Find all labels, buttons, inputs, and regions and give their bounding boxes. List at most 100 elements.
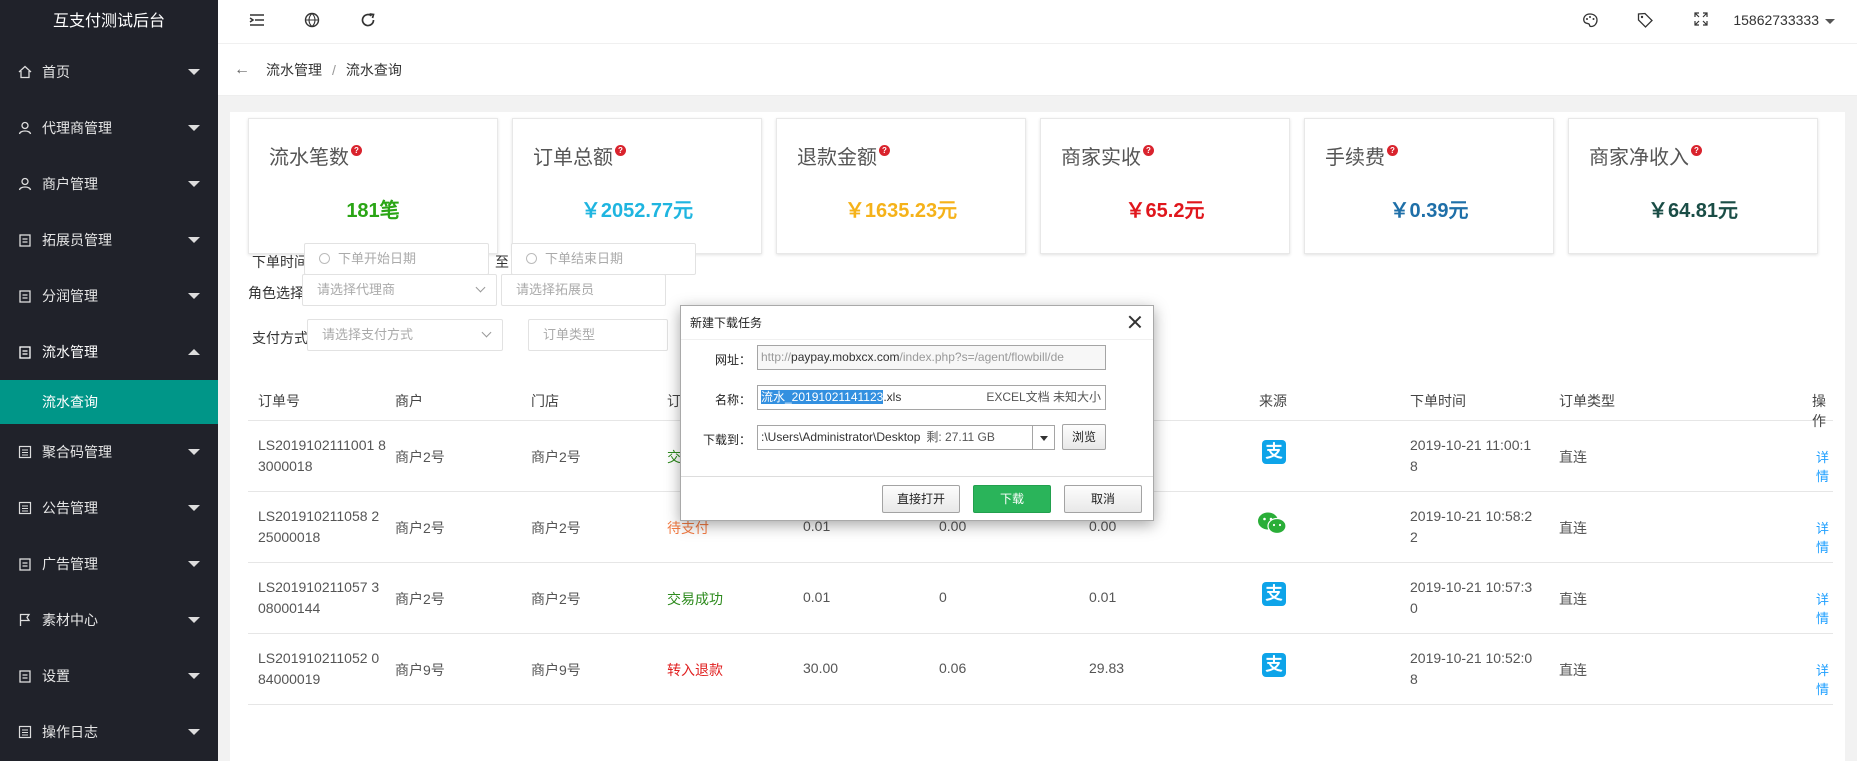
- sidebar-item-label: 聚合码管理: [42, 444, 112, 460]
- help-icon[interactable]: ?: [1143, 145, 1154, 156]
- stat-value: ￥65.2元: [1125, 200, 1205, 222]
- sidebar-item-settings[interactable]: 设置: [0, 648, 218, 704]
- detail-link[interactable]: 详情: [1816, 660, 1833, 698]
- breadcrumb-item-current: 流水查询: [345, 61, 402, 78]
- name-label: 名称：: [714, 393, 751, 407]
- sidebar-item-qrcode[interactable]: 聚合码管理: [0, 424, 218, 480]
- download-button[interactable]: 下载: [973, 485, 1051, 513]
- back-arrow-icon[interactable]: ←: [234, 61, 250, 79]
- order-type: 直连: [1559, 520, 1587, 536]
- stat-cards: 流水笔数? 181笔 订单总额? ￥2052.77元 退款金额? ￥1635.2…: [248, 118, 1818, 254]
- filename-input[interactable]: 流水_20191021141123.xls EXCEL文档 未知大小: [757, 385, 1106, 410]
- store: 商户2号: [531, 591, 581, 607]
- promoter-select[interactable]: 请选择拓展员: [501, 274, 666, 306]
- sidebar-item-label: 首页: [42, 64, 70, 80]
- alipay-icon: 支: [1262, 582, 1286, 606]
- order-type-select[interactable]: 订单类型: [528, 319, 668, 351]
- sidebar-item-label: 操作日志: [42, 724, 98, 740]
- close-icon[interactable]: [1127, 314, 1143, 330]
- save-path: :\Users\Administrator\Desktop: [761, 430, 921, 444]
- user-menu[interactable]: 15862733333: [1733, 12, 1835, 28]
- help-icon[interactable]: ?: [879, 145, 890, 156]
- order-time: 2019-10-21 10:58:2 2: [1410, 508, 1533, 545]
- stat-title: 订单总额: [533, 147, 613, 169]
- stat-title: 流水笔数: [269, 147, 349, 169]
- column-header: 订单类型: [1559, 393, 1615, 409]
- browse-button[interactable]: 浏览: [1062, 424, 1106, 450]
- stat-card-order-total: 订单总额? ￥2052.77元: [512, 118, 762, 254]
- list-icon: [18, 445, 32, 459]
- order-time: 2019-10-21 11:00:1 8: [1410, 437, 1532, 474]
- stat-value: ￥2052.77元: [580, 200, 694, 222]
- chevron-down-icon: [481, 327, 492, 338]
- pay-method-select[interactable]: 请选择支付方式: [307, 319, 503, 351]
- tag-icon[interactable]: [1636, 12, 1654, 30]
- sidebar-item-notice[interactable]: 公告管理: [0, 480, 218, 536]
- website-icon[interactable]: [303, 12, 321, 30]
- column-header: 商户: [395, 393, 423, 409]
- table-row: LS201910211052 084000019 商户9号 商户9号 转入退款 …: [248, 634, 1833, 705]
- sidebar-item-logs[interactable]: 操作日志: [0, 704, 218, 760]
- dropdown-arrow-icon[interactable]: [1032, 426, 1054, 449]
- sidebar-item-label: 设置: [42, 668, 70, 684]
- sidebar-item-promoters[interactable]: 拓展员管理: [0, 212, 218, 268]
- stat-value: 181笔: [346, 200, 400, 222]
- free-space: 剩: 27.11 GB: [926, 430, 995, 444]
- store: 商户2号: [531, 449, 581, 465]
- detail-link[interactable]: 详情: [1816, 518, 1833, 556]
- column-header: 订单号: [258, 393, 300, 409]
- sidebar-item-materials[interactable]: 素材中心: [0, 592, 218, 648]
- help-icon[interactable]: ?: [1387, 145, 1398, 156]
- clipboard-icon: [18, 289, 32, 303]
- stat-card-merchant-received: 商家实收? ￥65.2元: [1040, 118, 1290, 254]
- sidebar-item-merchants[interactable]: 商户管理: [0, 156, 218, 212]
- end-date-input[interactable]: 下单结束日期: [511, 243, 696, 275]
- sidebar-item-profit[interactable]: 分润管理: [0, 268, 218, 324]
- agent-placeholder: 请选择代理商: [317, 282, 396, 297]
- order-no: LS201910211057 308000144: [258, 579, 380, 616]
- clock-icon: [319, 253, 330, 265]
- detail-link[interactable]: 详情: [1816, 447, 1833, 485]
- clipboard-icon: [18, 345, 32, 359]
- fullscreen-icon[interactable]: [1692, 12, 1710, 30]
- caret-down-icon: [188, 181, 200, 187]
- user-icon: [18, 177, 32, 191]
- to-label: 至: [495, 254, 509, 270]
- agent-select[interactable]: 请选择代理商: [302, 274, 497, 306]
- merchant: 商户2号: [395, 520, 445, 536]
- start-date-placeholder: 下单开始日期: [338, 251, 417, 266]
- sidebar-item-label: 素材中心: [42, 612, 98, 628]
- end-date-placeholder: 下单结束日期: [545, 251, 624, 266]
- refresh-icon[interactable]: [359, 12, 377, 30]
- sidebar-item-home[interactable]: 首页: [0, 44, 218, 100]
- home-icon: [18, 65, 32, 79]
- open-direct-button[interactable]: 直接打开: [882, 485, 960, 513]
- alipay-icon: 支: [1262, 653, 1286, 677]
- clock-icon: [526, 253, 537, 265]
- save-path-combobox[interactable]: :\Users\Administrator\Desktop 剩: 27.11 GB: [757, 425, 1055, 450]
- order-amount: 0.01: [803, 589, 831, 605]
- clipboard-icon: [18, 669, 32, 683]
- sidebar-item-ads[interactable]: 广告管理: [0, 536, 218, 592]
- sidebar-item-agents[interactable]: 代理商管理: [0, 100, 218, 156]
- sidebar-subitem-flow-query[interactable]: 流水查询: [0, 380, 218, 424]
- theme-icon[interactable]: [1581, 12, 1599, 30]
- clipboard-icon: [18, 233, 32, 247]
- help-icon[interactable]: ?: [351, 145, 362, 156]
- filename-ext: .xls: [883, 390, 902, 404]
- help-icon[interactable]: ?: [1691, 145, 1702, 156]
- start-date-input[interactable]: 下单开始日期: [304, 243, 489, 275]
- fee-amount: 0.06: [939, 660, 967, 676]
- menu-fold-icon[interactable]: [248, 12, 266, 30]
- breadcrumb-item[interactable]: 流水管理: [266, 60, 322, 80]
- column-header: 订: [667, 393, 681, 409]
- help-icon[interactable]: ?: [615, 145, 626, 156]
- filename-selected: 流水_20191021141123: [761, 390, 884, 404]
- net-amount: 0.01: [1089, 589, 1117, 605]
- cancel-button[interactable]: 取消: [1064, 485, 1142, 513]
- list-icon: [18, 501, 32, 515]
- caret-down-icon: [188, 729, 200, 735]
- sidebar-item-flow[interactable]: 流水管理: [0, 324, 218, 380]
- detail-link[interactable]: 详情: [1816, 589, 1833, 627]
- stat-title: 商家净收入: [1589, 147, 1689, 169]
